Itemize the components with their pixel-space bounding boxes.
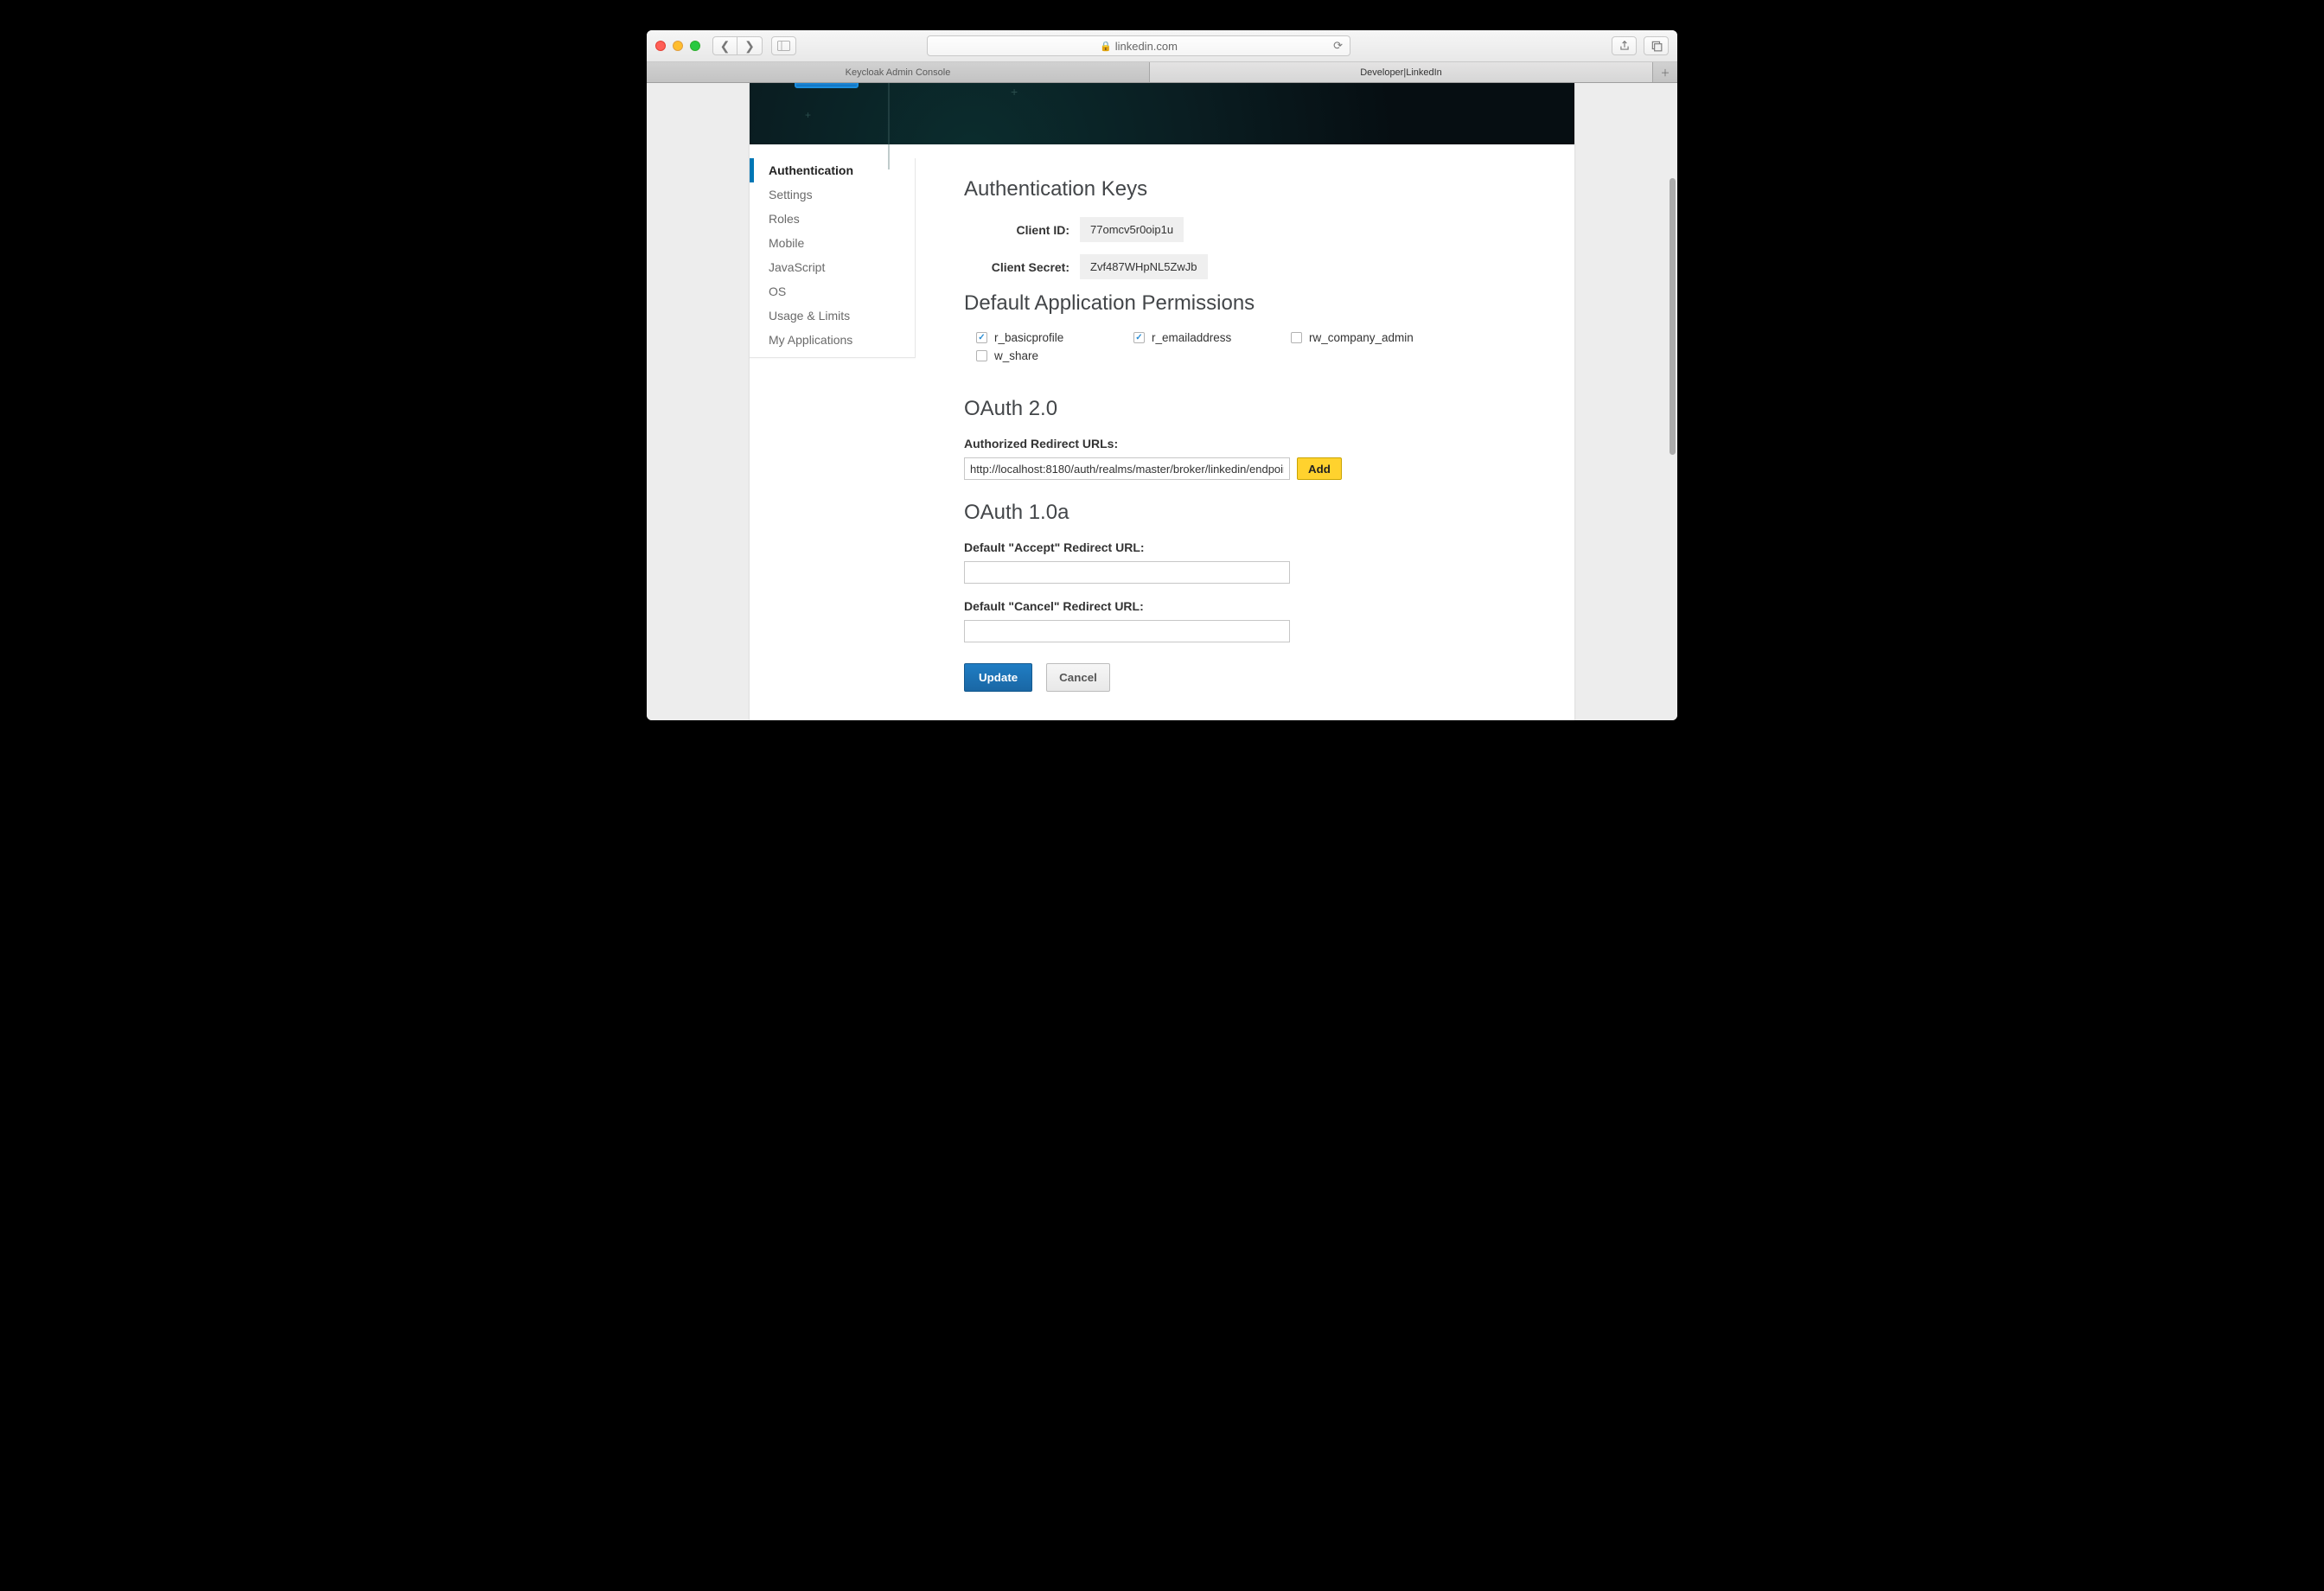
main-content: Authentication Keys Client ID: 77omcv5r0… xyxy=(916,144,1574,709)
tabs-icon xyxy=(1650,40,1663,52)
address-bar-host: linkedin.com xyxy=(1115,40,1178,53)
sidebar-item-label: Authentication xyxy=(769,163,853,177)
section-title-permissions: Default Application Permissions xyxy=(964,291,1548,316)
sidebar-item-label: JavaScript xyxy=(769,260,825,274)
client-secret-label: Client Secret: xyxy=(964,260,1080,274)
perm-label: w_share xyxy=(994,349,1038,362)
share-button[interactable] xyxy=(1612,36,1637,55)
accept-redirect-label: Default "Accept" Redirect URL: xyxy=(964,540,1548,554)
perm-r-basicprofile[interactable]: r_basicprofile xyxy=(976,331,1133,344)
close-window-button[interactable] xyxy=(655,41,666,51)
sidebar-item-javascript[interactable]: JavaScript xyxy=(750,255,915,279)
back-button[interactable]: ❮ xyxy=(712,36,737,55)
sidebar-item-usage-limits[interactable]: Usage & Limits xyxy=(750,304,915,328)
reload-button[interactable]: ⟳ xyxy=(1333,39,1343,53)
sidebar-item-my-applications[interactable]: My Applications xyxy=(750,328,915,352)
tab-strip: Keycloak Admin Console Developer|LinkedI… xyxy=(647,62,1677,83)
accept-redirect-input[interactable] xyxy=(964,561,1290,584)
address-bar[interactable]: 🔒 linkedin.com ⟳ xyxy=(927,35,1350,56)
perm-r-emailaddress[interactable]: r_emailaddress xyxy=(1133,331,1291,344)
sidebar-item-label: Mobile xyxy=(769,236,804,250)
sidebar-nav: Authentication Settings Roles Mobile Jav… xyxy=(750,144,916,709)
sidebar-toggle-button[interactable] xyxy=(771,36,796,55)
update-button[interactable]: Update xyxy=(964,663,1032,692)
tab-label: Keycloak Admin Console xyxy=(846,67,951,78)
titlebar: ❮ ❯ 🔒 linkedin.com ⟳ xyxy=(647,30,1677,62)
perm-w-share[interactable]: w_share xyxy=(976,349,1133,362)
tab-keycloak[interactable]: Keycloak Admin Console xyxy=(647,62,1150,82)
sidebar-item-label: Settings xyxy=(769,188,813,201)
section-title-oauth2: OAuth 2.0 xyxy=(964,397,1548,421)
page: + + Authentication Settings Roles Mobile… xyxy=(750,83,1574,720)
new-tab-button[interactable]: ＋ xyxy=(1653,62,1677,82)
forward-button[interactable]: ❯ xyxy=(737,36,763,55)
share-icon xyxy=(1618,40,1631,52)
section-title-oauth1: OAuth 1.0a xyxy=(964,501,1548,525)
perm-rw-company-admin-checkbox[interactable] xyxy=(1291,332,1302,343)
page-viewport: + + Authentication Settings Roles Mobile… xyxy=(647,83,1677,720)
cancel-redirect-input[interactable] xyxy=(964,620,1290,642)
tab-linkedin-developer[interactable]: Developer|LinkedIn xyxy=(1150,62,1653,82)
lock-icon: 🔒 xyxy=(1100,41,1112,52)
perm-w-share-checkbox[interactable] xyxy=(976,350,987,361)
cancel-redirect-label: Default "Cancel" Redirect URL: xyxy=(964,599,1548,613)
section-title-auth-keys: Authentication Keys xyxy=(964,177,1548,201)
window-controls xyxy=(655,41,700,51)
minimize-window-button[interactable] xyxy=(673,41,683,51)
sidebar-icon xyxy=(777,41,790,51)
zoom-window-button[interactable] xyxy=(690,41,700,51)
hero-banner: + + xyxy=(750,83,1574,144)
safari-window: ❮ ❯ 🔒 linkedin.com ⟳ xyxy=(647,30,1677,720)
sidebar-item-label: Usage & Limits xyxy=(769,309,850,323)
permissions-grid: r_basicprofile r_emailaddress rw_company… xyxy=(976,331,1548,367)
perm-label: rw_company_admin xyxy=(1309,331,1414,344)
tabs-overview-button[interactable] xyxy=(1644,36,1669,55)
sidebar-item-mobile[interactable]: Mobile xyxy=(750,231,915,255)
add-redirect-url-button[interactable]: Add xyxy=(1297,457,1342,480)
redirect-urls-label: Authorized Redirect URLs: xyxy=(964,437,1548,450)
perm-r-basicprofile-checkbox[interactable] xyxy=(976,332,987,343)
client-secret-value: Zvf487WHpNL5ZwJb xyxy=(1080,254,1208,279)
client-id-value: 77omcv5r0oip1u xyxy=(1080,217,1184,242)
perm-rw-company-admin[interactable]: rw_company_admin xyxy=(1291,331,1448,344)
perm-label: r_emailaddress xyxy=(1152,331,1231,344)
perm-label: r_basicprofile xyxy=(994,331,1063,344)
sidebar-item-os[interactable]: OS xyxy=(750,279,915,304)
scrollbar-thumb[interactable] xyxy=(1670,178,1676,455)
cancel-button[interactable]: Cancel xyxy=(1046,663,1110,692)
hero-plus-icon: + xyxy=(805,109,811,121)
nav-buttons: ❮ ❯ xyxy=(712,36,763,55)
redirect-url-input[interactable] xyxy=(964,457,1290,480)
hero-plus-icon: + xyxy=(1011,85,1018,99)
tab-label: Developer|LinkedIn xyxy=(1360,67,1442,78)
sidebar-item-roles[interactable]: Roles xyxy=(750,207,915,231)
sidebar-item-label: OS xyxy=(769,284,786,298)
perm-r-emailaddress-checkbox[interactable] xyxy=(1133,332,1145,343)
hero-accent xyxy=(795,83,859,88)
sidebar-item-label: My Applications xyxy=(769,333,852,347)
sidebar-item-settings[interactable]: Settings xyxy=(750,182,915,207)
sidebar-item-label: Roles xyxy=(769,212,800,226)
sidebar-item-authentication[interactable]: Authentication xyxy=(750,158,915,182)
client-id-label: Client ID: xyxy=(964,223,1080,237)
